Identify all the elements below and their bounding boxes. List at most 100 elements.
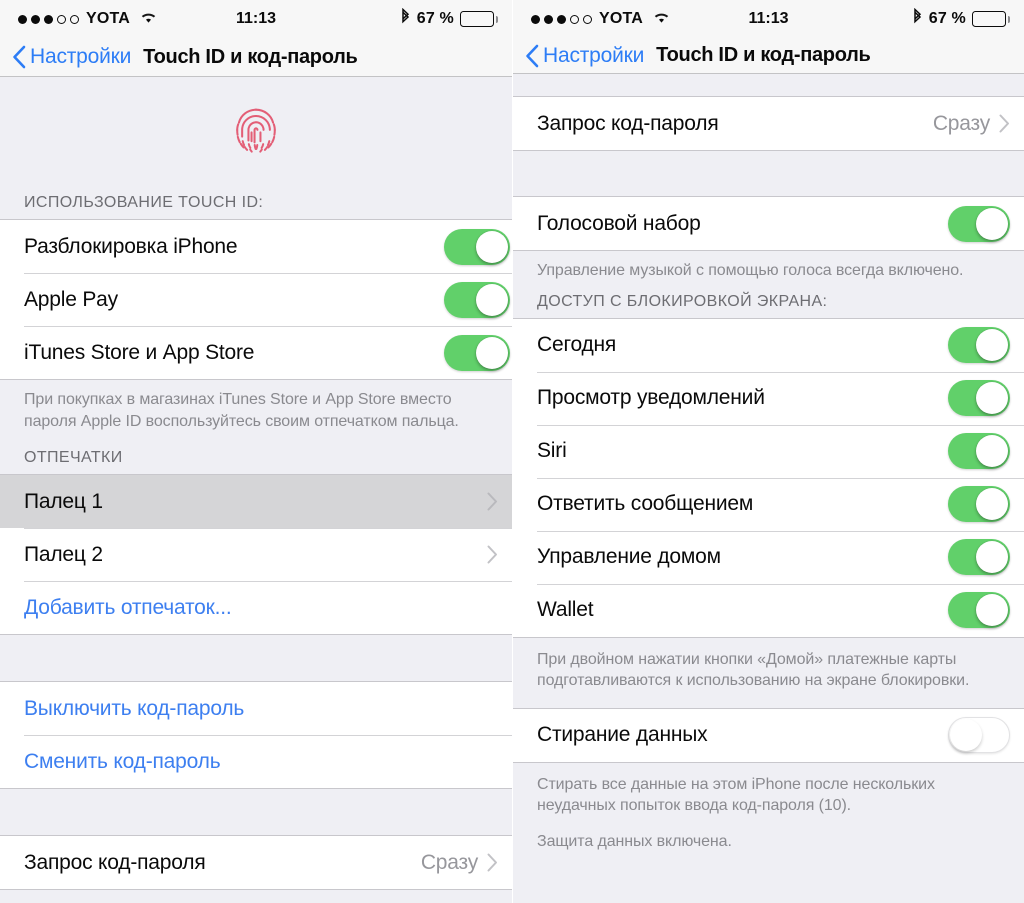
row-label: Запрос код-пароля xyxy=(537,111,719,135)
row-apple-pay[interactable]: Apple Pay xyxy=(0,273,512,326)
status-bar-right: YOTA 11:13 67 % xyxy=(513,0,1024,38)
chevron-right-icon xyxy=(486,853,498,872)
status-bar-left: YOTA 11:13 67 % xyxy=(0,0,512,38)
row-erase-data[interactable]: Стирание данных xyxy=(513,708,1024,762)
fingerprints-group: Палец 1 Палец 2 Добавить отпечаток... xyxy=(0,474,512,636)
chevron-right-icon xyxy=(486,545,498,564)
row-label: Выключить код-пароль xyxy=(24,696,245,720)
row-label: Apple Pay xyxy=(24,287,118,311)
toggle-itunes-app-store[interactable] xyxy=(444,334,510,371)
spacer-3 xyxy=(513,151,1024,196)
footer-erase-data: Стирать все данные на этом iPhone после … xyxy=(513,762,1024,865)
row-reply-with-message[interactable]: Ответить сообщением xyxy=(513,477,1024,531)
toggle-home-control[interactable] xyxy=(948,539,1010,576)
status-bar-carrier-group: YOTA xyxy=(531,10,671,29)
lock-access-group: Сегодня Просмотр уведомлений Siri Ответи… xyxy=(513,317,1024,638)
row-label: Сменить код-пароль xyxy=(24,749,221,773)
back-button[interactable]: Настройки xyxy=(525,44,644,68)
row-today[interactable]: Сегодня xyxy=(513,318,1024,372)
back-label: Настройки xyxy=(30,45,132,68)
chevron-right-icon xyxy=(486,492,498,511)
row-label: Ответить сообщением xyxy=(537,492,754,516)
carrier-label: YOTA xyxy=(599,10,644,27)
erase-data-group: Стирание данных xyxy=(513,707,1024,763)
left-phone-screen: YOTA 11:13 67 % Настройки Touch ID и код… xyxy=(0,0,512,903)
row-change-passcode[interactable]: Сменить код-пароль xyxy=(0,735,512,789)
section-header-touchid-usage: ИСПОЛЬЗОВАНИЕ TOUCH ID: xyxy=(0,189,512,219)
row-label: Добавить отпечаток... xyxy=(24,595,232,619)
row-label: Просмотр уведомлений xyxy=(537,386,765,410)
row-label: Голосовой набор xyxy=(537,211,701,235)
row-value: Сразу xyxy=(932,111,990,135)
fingerprint-icon xyxy=(225,100,287,167)
toggle-voice-dial[interactable] xyxy=(948,205,1010,242)
row-add-fingerprint[interactable]: Добавить отпечаток... xyxy=(0,581,512,635)
back-label: Настройки xyxy=(543,43,645,67)
battery-icon xyxy=(972,11,1010,27)
status-bar-carrier-group: YOTA xyxy=(18,10,158,29)
row-wallet[interactable]: Wallet xyxy=(513,583,1024,637)
row-home-control[interactable]: Управление домом xyxy=(513,530,1024,584)
passcode-request-group: Запрос код-пароля Сразу xyxy=(513,96,1024,151)
row-finger-2[interactable]: Палец 2 xyxy=(0,528,512,582)
row-require-passcode[interactable]: Запрос код-пароля Сразу xyxy=(513,97,1024,150)
footer-erase-line-1: Стирать все данные на этом iPhone после … xyxy=(537,775,935,815)
toggle-apple-pay[interactable] xyxy=(444,281,510,318)
bluetooth-icon xyxy=(400,7,411,31)
spacer-top xyxy=(513,74,1024,96)
toggle-notifications-view[interactable] xyxy=(948,380,1010,417)
toggle-siri[interactable] xyxy=(948,433,1010,470)
spacer-2 xyxy=(0,789,512,836)
row-label: Wallet xyxy=(537,598,594,622)
toggle-reply-with-message[interactable] xyxy=(948,486,1010,523)
dual-screenshot: YOTA 11:13 67 % Настройки Touch ID и код… xyxy=(0,0,1024,903)
right-content: Запрос код-пароля Сразу Голосовой набор … xyxy=(513,74,1024,903)
carrier-label: YOTA xyxy=(86,10,131,27)
row-finger-1[interactable]: Палец 1 xyxy=(0,475,512,529)
fingerprint-hero xyxy=(0,77,512,189)
row-require-passcode[interactable]: Запрос код-пароля Сразу xyxy=(0,836,512,890)
nav-bar-right: Настройки Touch ID и код-пароль xyxy=(513,38,1024,74)
toggle-erase-data[interactable] xyxy=(948,717,1010,754)
section-header-fingerprints: ОТПЕЧАТКИ xyxy=(0,444,512,475)
passcode-actions-group: Выключить код-пароль Сменить код-пароль xyxy=(0,681,512,790)
back-button[interactable]: Настройки xyxy=(12,45,131,69)
chevron-right-icon xyxy=(998,114,1010,133)
row-turn-off-passcode[interactable]: Выключить код-пароль xyxy=(0,682,512,736)
row-itunes-app-store[interactable]: iTunes Store и App Store xyxy=(0,326,512,379)
row-siri[interactable]: Siri xyxy=(513,424,1024,478)
row-label: iTunes Store и App Store xyxy=(24,340,255,364)
voice-dial-group: Голосовой набор xyxy=(513,196,1024,251)
wifi-icon xyxy=(139,10,158,29)
toggle-today[interactable] xyxy=(948,327,1010,364)
page-title: Touch ID и код-пароль xyxy=(656,44,871,66)
row-voice-dial[interactable]: Голосовой набор xyxy=(513,197,1024,250)
chevron-left-icon xyxy=(12,45,26,69)
row-label: Сегодня xyxy=(537,333,617,357)
bluetooth-icon xyxy=(912,7,923,31)
footer-erase-line-2: Защита данных включена. xyxy=(537,832,732,850)
nav-bar-left: Настройки Touch ID и код-пароль xyxy=(0,38,512,77)
row-value: Сразу xyxy=(420,850,478,874)
left-content: ИСПОЛЬЗОВАНИЕ TOUCH ID: Разблокировка iP… xyxy=(0,77,512,903)
row-label: Палец 2 xyxy=(24,542,103,566)
chevron-left-icon xyxy=(525,44,539,68)
spacer-1 xyxy=(0,635,512,682)
wifi-icon xyxy=(652,10,671,29)
passcode-request-group: Запрос код-пароля Сразу xyxy=(0,835,512,891)
row-unlock-iphone[interactable]: Разблокировка iPhone xyxy=(0,220,512,273)
right-phone-screen: YOTA 11:13 67 % Настройки Touch ID и код… xyxy=(512,0,1024,903)
battery-percent-label: 67 % xyxy=(416,10,454,27)
row-label: Запрос код-пароля xyxy=(24,850,206,874)
toggle-unlock-iphone[interactable] xyxy=(444,228,510,265)
signal-strength-icon xyxy=(531,14,592,24)
toggle-wallet[interactable] xyxy=(948,592,1010,629)
row-label: Палец 1 xyxy=(24,489,103,513)
status-bar-right-group: 67 % xyxy=(400,7,498,31)
battery-percent-label: 67 % xyxy=(928,10,966,27)
row-label: Siri xyxy=(537,439,567,463)
battery-icon xyxy=(460,11,498,27)
signal-strength-icon xyxy=(18,14,79,24)
row-notifications-view[interactable]: Просмотр уведомлений xyxy=(513,371,1024,425)
row-label: Управление домом xyxy=(537,545,721,569)
